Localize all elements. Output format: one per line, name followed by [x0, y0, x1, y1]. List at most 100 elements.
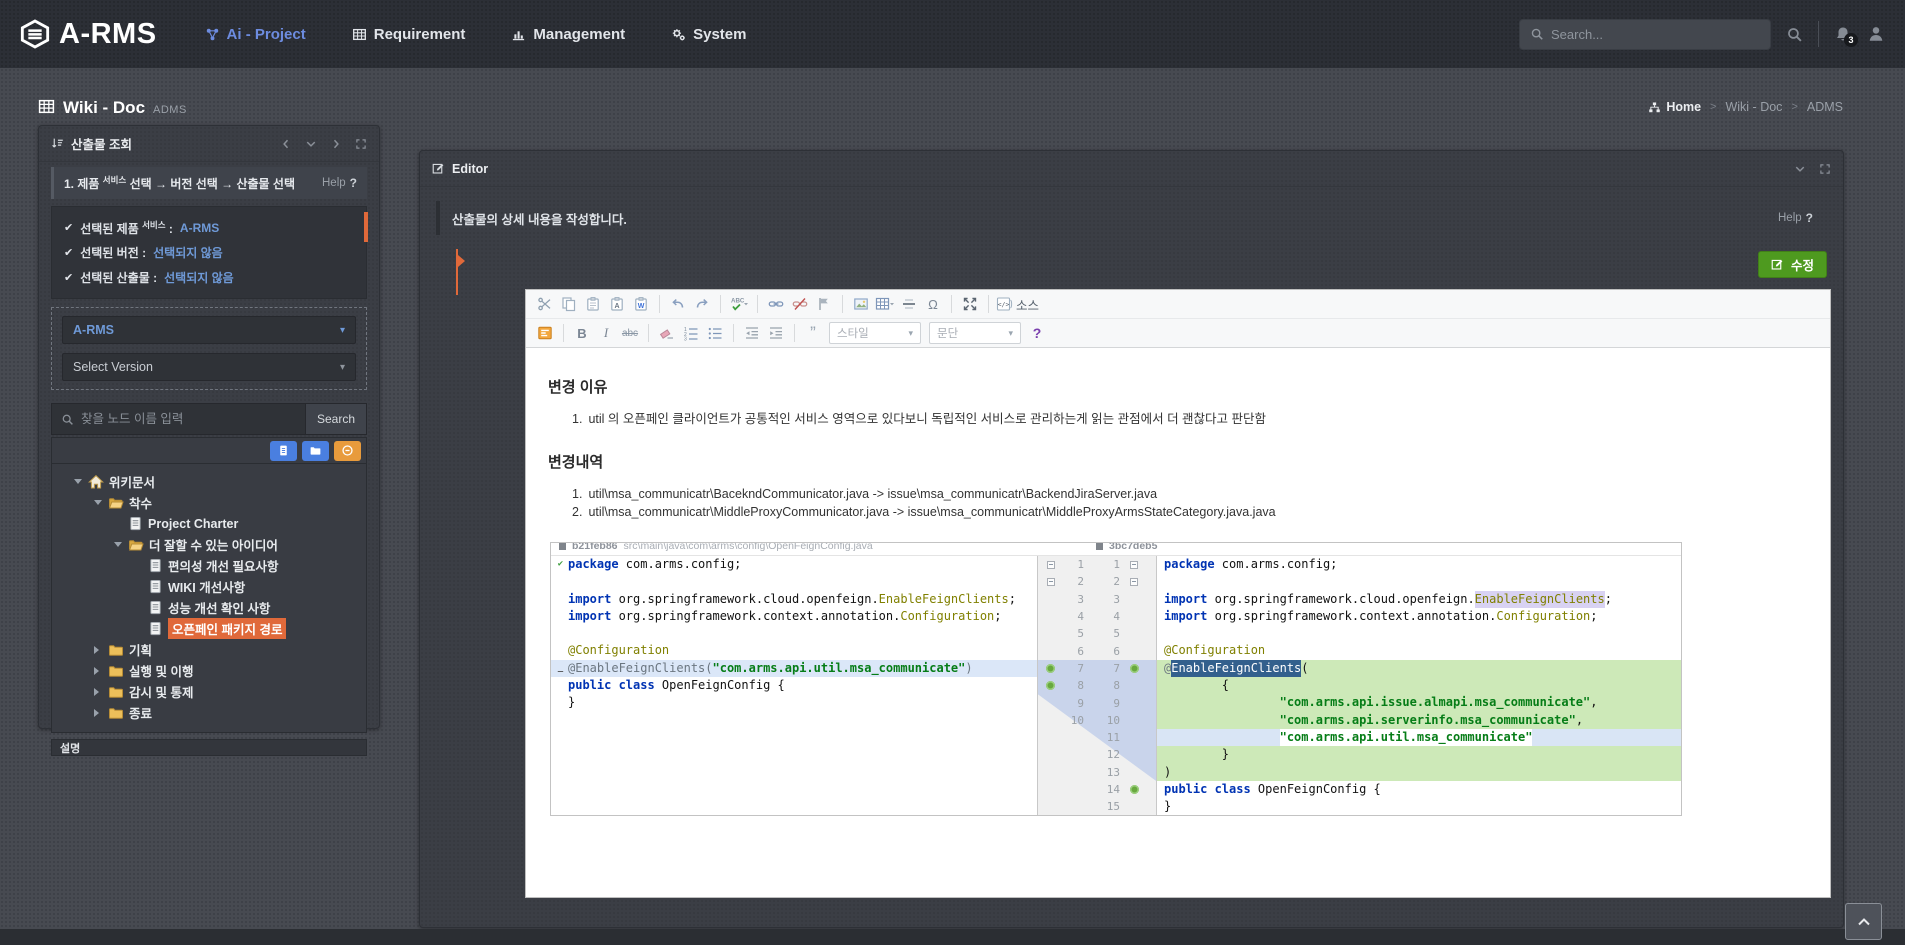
toolbar-bulleted-list-button[interactable] — [704, 322, 726, 344]
tree-item-성능-개선-확인-사항[interactable]: 성능 개선 확인 사항 — [134, 597, 360, 618]
toolbar-paste-word-button[interactable]: W — [630, 293, 652, 315]
app-logo[interactable]: A-RMS — [20, 18, 157, 51]
toolbar-format-select[interactable]: 문단▾ — [929, 322, 1021, 344]
menu-item-system[interactable]: System — [671, 26, 746, 43]
menu-item-requirement[interactable]: Requirement — [352, 26, 466, 43]
tree-item-project-charter[interactable]: Project Charter — [114, 513, 360, 534]
toolbar-numbered-list-button[interactable]: 123 — [680, 322, 702, 344]
tree-item-더-잘할-수-있는-아이디어[interactable]: 더 잘할 수 있는 아이디어 — [114, 534, 360, 555]
change-marker-icon[interactable] — [1043, 681, 1058, 690]
tree-expander-icon[interactable] — [74, 479, 85, 484]
tree-item-위키문서[interactable]: 위키문서 — [74, 471, 360, 492]
fold-icon[interactable] — [1043, 561, 1058, 569]
grid-icon — [38, 98, 55, 115]
panel-resize-handle[interactable] — [456, 249, 458, 295]
toolbar-bold-button[interactable]: B — [571, 322, 593, 344]
search-input[interactable] — [1551, 27, 1760, 42]
toolbar-help-button[interactable]: ? — [1026, 322, 1048, 344]
edit-button[interactable]: 수정 — [1758, 251, 1827, 278]
code-segment: "com.arms.api.util.msa_communicate" — [1280, 729, 1533, 746]
node-search-button[interactable]: Search — [305, 403, 367, 435]
tree-item-기획[interactable]: 기획 — [94, 639, 360, 660]
breadcrumb-item[interactable]: ADMS — [1807, 100, 1843, 114]
editor-help-link[interactable]: Help? — [1778, 211, 1813, 225]
add-document-button[interactable] — [270, 441, 297, 461]
menu-item-management[interactable]: Management — [511, 26, 625, 43]
panel-expand-icon[interactable] — [355, 138, 367, 150]
panel-prev-icon[interactable] — [280, 138, 292, 150]
toolbar-maximize-button[interactable] — [959, 293, 981, 315]
diff-left-pane[interactable]: ✔package com.arms.config;import org.spri… — [551, 556, 1038, 815]
tree-expander-icon[interactable] — [94, 709, 105, 717]
description-bar[interactable]: 설명 — [51, 739, 367, 756]
toolbar-paste-text-button[interactable]: A — [606, 293, 628, 315]
tree-item-편의성-개선-필요사항[interactable]: 편의성 개선 필요사항 — [134, 555, 360, 576]
toolbar-templates-button[interactable] — [534, 322, 556, 344]
toolbar-source-button[interactable]: </>소스 — [996, 293, 1039, 315]
add-folder-button[interactable] — [302, 441, 329, 461]
breadcrumb-home[interactable]: Home — [1648, 100, 1701, 114]
code-line: } — [551, 694, 1037, 711]
version-select[interactable]: Select Version ▾ — [62, 353, 356, 381]
toolbar-style-select[interactable]: 스타일▾ — [829, 322, 921, 344]
editor-collapse-icon[interactable] — [1794, 163, 1806, 175]
toolbar-indent-button[interactable] — [765, 322, 787, 344]
left-help-link[interactable]: Help? — [322, 176, 357, 190]
breadcrumb-item[interactable]: Wiki - Doc — [1725, 100, 1782, 114]
node-search-input[interactable] — [81, 412, 296, 426]
product-select[interactable]: A-RMS ▾ — [62, 316, 356, 344]
toolbar-strike-button[interactable]: abc — [619, 322, 641, 344]
toolbar-omega-button[interactable]: Ω — [922, 293, 944, 315]
user-icon[interactable] — [1867, 25, 1885, 43]
tree-item-감시-및-통제[interactable]: 감시 및 통제 — [94, 681, 360, 702]
left-line-number: 7 — [1058, 662, 1088, 675]
diff-right-pane[interactable]: package com.arms.config;import org.sprin… — [1157, 556, 1681, 815]
scroll-to-top-button[interactable] — [1845, 903, 1882, 940]
tree-expander-icon[interactable] — [94, 688, 105, 696]
tree-expander-icon[interactable] — [94, 500, 105, 505]
tree-item-오픈페인-패키지-경로[interactable]: 오픈페인 패키지 경로 — [134, 618, 360, 639]
toolbar-unlink-button[interactable] — [789, 293, 811, 315]
toolbar-spellcheck-button[interactable]: ABC — [728, 293, 750, 315]
file-icon — [277, 444, 290, 457]
toolbar-eraser-button[interactable] — [656, 322, 678, 344]
node-search-field[interactable] — [51, 403, 305, 435]
toolbar-anchor-button[interactable] — [813, 293, 835, 315]
tree-expander-icon[interactable] — [94, 646, 105, 654]
code-segment: com.arms.config; — [1215, 556, 1338, 573]
tree-item-착수[interactable]: 착수 — [94, 492, 360, 513]
panel-next-icon[interactable] — [330, 138, 342, 150]
tree-item-wiki-개선사항[interactable]: WIKI 개선사항 — [134, 576, 360, 597]
panel-collapse-icon[interactable] — [305, 138, 317, 150]
search-submit-icon[interactable] — [1786, 26, 1803, 43]
toolbar-blockquote-button[interactable]: ” — [802, 322, 824, 344]
tree-item-종료[interactable]: 종료 — [94, 702, 360, 723]
change-marker-icon[interactable] — [1126, 664, 1142, 673]
global-search[interactable] — [1519, 19, 1771, 50]
tree-expander-icon[interactable] — [114, 542, 125, 547]
tree-item-label: 실행 및 이행 — [129, 661, 193, 680]
change-marker-icon[interactable] — [1043, 664, 1058, 673]
toolbar-image-button[interactable] — [850, 293, 872, 315]
toolbar-copy-button[interactable] — [558, 293, 580, 315]
notifications-icon[interactable]: 3 — [1834, 25, 1852, 43]
toolbar-hline-button[interactable] — [898, 293, 920, 315]
toolbar-link-button[interactable] — [765, 293, 787, 315]
remove-node-button[interactable] — [334, 441, 361, 461]
toolbar-redo-button[interactable] — [691, 293, 713, 315]
fold-icon[interactable] — [1043, 578, 1058, 586]
document-tree: 위키문서착수Project Charter더 잘할 수 있는 아이디어편의성 개… — [52, 464, 366, 732]
toolbar-table-button[interactable] — [874, 293, 896, 315]
change-marker-icon[interactable] — [1126, 785, 1142, 794]
fold-icon[interactable] — [1126, 578, 1142, 586]
toolbar-cut-button[interactable] — [534, 293, 556, 315]
toolbar-paste-button[interactable] — [582, 293, 604, 315]
toolbar-outdent-button[interactable] — [741, 322, 763, 344]
fold-icon[interactable] — [1126, 561, 1142, 569]
editor-expand-icon[interactable] — [1819, 163, 1831, 175]
toolbar-italic-button[interactable]: I — [595, 322, 617, 344]
toolbar-undo-button[interactable] — [667, 293, 689, 315]
tree-expander-icon[interactable] — [94, 667, 105, 675]
menu-item-ai-project[interactable]: Ai - Project — [205, 26, 306, 43]
tree-item-실행-및-이행[interactable]: 실행 및 이행 — [94, 660, 360, 681]
